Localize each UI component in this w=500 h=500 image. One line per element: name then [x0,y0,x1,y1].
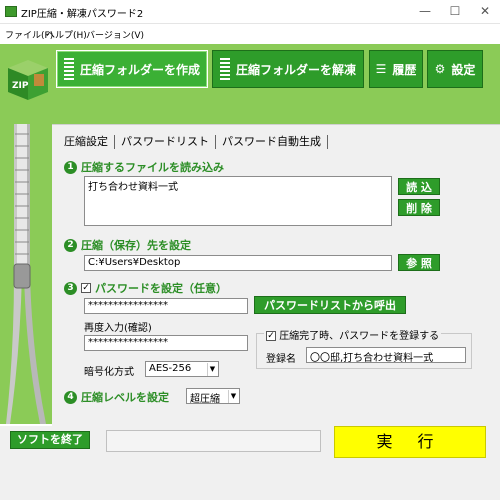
section-4-label: 圧縮レベルを設定 [81,391,169,404]
create-archive-button[interactable]: 圧縮フォルダーを作成 [56,50,208,88]
password-enable-checkbox[interactable]: ✓ [81,283,91,293]
step-2-badge: 2 [64,238,77,252]
tab-password-generator[interactable]: パスワード自動生成 [216,135,328,149]
open-zipper-icon [219,58,230,80]
main-panel: 圧縮設定 パスワードリスト パスワード自動生成 1 圧縮するファイルを読み込み … [52,124,500,426]
encryption-label: 暗号化方式 [84,367,134,378]
maximize-button[interactable]: ☐ [448,4,462,18]
run-button[interactable]: 実 行 [334,426,486,458]
register-check-label: 圧縮完了時、パスワードを登録する [279,331,440,342]
quit-button[interactable]: ソフトを終了 [10,431,90,449]
settings-label: 設定 [451,62,476,77]
register-check-row: ✓ 圧縮完了時、パスワードを登録する [264,327,442,342]
settings-button[interactable]: ⚙ 設定 [427,50,483,88]
browse-button[interactable]: 参 照 [398,254,440,271]
history-label: 履歴 [392,62,417,77]
list-icon: ☰ [375,62,387,76]
encryption-select[interactable]: AES-256 ▼ [145,361,219,377]
create-archive-label: 圧縮フォルダーを作成 [79,62,200,77]
section-3-heading: 3 ✓ パスワードを設定（任意） [64,280,227,296]
register-name-label: 登録名 [266,354,296,365]
compression-level-value: 超圧縮 [190,394,220,405]
history-button[interactable]: ☰ 履歴 [369,50,423,88]
section-3-label: パスワードを設定（任意） [95,282,227,295]
step-3-badge: 3 [64,281,77,295]
menu-bar: ファイル(F) ヘルプ(H) バージョン(V) [0,24,500,44]
close-button[interactable]: ✕ [478,4,492,18]
menu-help[interactable]: ヘルプ(H) [46,28,87,41]
section-1-heading: 1 圧縮するファイルを読み込み [64,159,224,175]
extract-archive-button[interactable]: 圧縮フォルダーを解凍 [212,50,364,88]
svg-text:ZIP: ZIP [12,81,29,91]
menu-version[interactable]: バージョン(V) [86,28,144,41]
gear-icon: ⚙ [434,62,446,76]
zip-logo-icon: ZIP [8,60,48,100]
footer: ソフトを終了 実 行 [0,426,500,500]
call-password-list-button[interactable]: パスワードリストから呼出 [254,296,406,314]
zipper-side-panel [0,124,52,424]
section-2-heading: 2 圧縮（保存）先を設定 [64,237,191,253]
section-2-label: 圧縮（保存）先を設定 [81,239,191,252]
tab-bar: 圧縮設定 パスワードリスト パスワード自動生成 [64,135,328,149]
title-bar: ZIP圧縮・解凍パスワード2 — ☐ ✕ [0,0,500,24]
confirm-password-label: 再度入力(確認) [84,323,152,334]
confirm-password-input[interactable]: **************** [84,335,248,351]
app-icon [5,6,17,17]
minimize-button[interactable]: — [418,4,432,18]
section-4-heading: 4 圧縮レベルを設定 [64,389,169,405]
file-list[interactable]: 打ち合わせ資料一式 [84,176,392,226]
extract-archive-label: 圧縮フォルダーを解凍 [235,62,356,77]
zipper-decoration-icon [6,124,46,424]
chevron-down-icon: ▼ [228,390,238,403]
step-1-badge: 1 [64,160,77,174]
load-button[interactable]: 読 込 [398,178,440,195]
register-name-input[interactable]: 〇〇邸,打ち合わせ資料一式 [306,347,466,364]
toolbar: ZIP 圧縮フォルダーを作成 圧縮フォルダーを解凍 ☰ 履歴 ⚙ 設定 [0,44,500,124]
compression-level-select[interactable]: 超圧縮 ▼ [186,388,240,405]
status-bar [106,430,321,452]
window-title: ZIP圧縮・解凍パスワード2 [21,9,144,20]
delete-button[interactable]: 削 除 [398,199,440,216]
password-input[interactable]: **************** [84,298,248,314]
destination-path-input[interactable]: C:¥Users¥Desktop [84,255,392,271]
tab-compress-settings[interactable]: 圧縮設定 [64,135,115,149]
encryption-value: AES-256 [149,363,192,374]
zipper-icon [63,58,74,80]
register-checkbox[interactable]: ✓ [266,331,276,341]
chevron-down-icon: ▼ [207,363,217,376]
tab-password-list[interactable]: パスワードリスト [115,135,216,149]
section-1-label: 圧縮するファイルを読み込み [81,161,224,174]
step-4-badge: 4 [64,390,77,404]
